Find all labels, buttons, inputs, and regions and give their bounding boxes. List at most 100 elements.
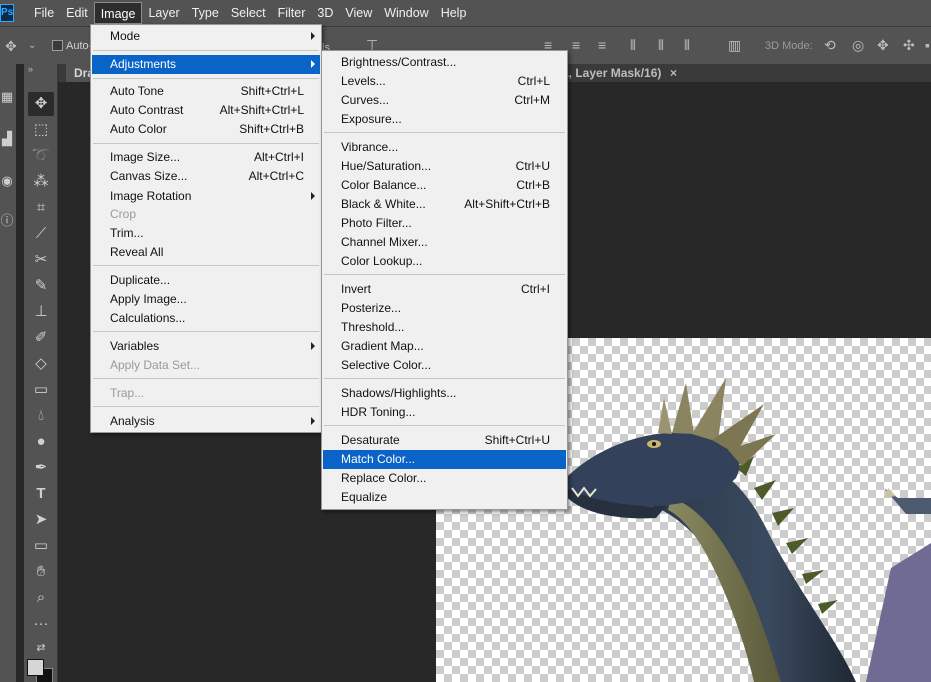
menu-item-color-balance[interactable]: Color Balance... Ctrl+B [323,176,566,195]
menu-edit[interactable]: Edit [60,2,94,24]
menu-item-auto-contrast[interactable]: Auto Contrast Alt+Shift+Ctrl+L [92,101,320,120]
marquee-tool-icon[interactable]: ⬚ [28,118,54,142]
menu-item-channel-mixer[interactable]: Channel Mixer... [323,233,566,252]
menu-item-selective-color[interactable]: Selective Color... [323,356,566,375]
info-panel-icon[interactable]: ⓘ [0,212,14,230]
menu-item-photo-filter[interactable]: Photo Filter... [323,214,566,233]
menu-file[interactable]: File [28,2,60,24]
eyedropper-tool-icon[interactable]: ⟋ [28,222,54,246]
hand-tool-icon[interactable]: ✋︎ [28,560,54,584]
menu-item-label: Apply Data Set... [110,358,201,372]
3d-pan-icon[interactable]: ✥ [877,38,889,52]
menu-item-calculations[interactable]: Calculations... [92,309,320,328]
menu-window[interactable]: Window [378,2,434,24]
distribute-right-icon[interactable]: ⫴ [684,38,690,52]
menu-item-gradient-map[interactable]: Gradient Map... [323,337,566,356]
menu-item-posterize[interactable]: Posterize... [323,299,566,318]
menu-item-image-size[interactable]: Image Size... Alt+Ctrl+I [92,148,320,167]
menu-item-levels[interactable]: Levels... Ctrl+L [323,72,566,91]
menu-item-variables[interactable]: Variables [92,337,320,356]
menu-item-label: Trim... [110,226,144,240]
menu-help[interactable]: Help [435,2,473,24]
navigator-panel-icon[interactable]: ◉ [0,172,14,190]
menu-layer[interactable]: Layer [142,2,185,24]
menu-3d[interactable]: 3D [311,2,339,24]
panel-strip: ▦ ▟ ◉ ⓘ [0,64,16,682]
auto-align-icon[interactable]: ▥ [728,38,741,52]
menu-item-image-rotation[interactable]: Image Rotation [92,187,320,206]
menu-type[interactable]: Type [186,2,225,24]
healing-tool-icon[interactable]: ✂ [28,248,54,272]
histogram-panel-icon[interactable]: ▟ [0,130,14,148]
menu-item-threshold[interactable]: Threshold... [323,318,566,337]
foreground-color-swatch[interactable] [27,659,44,676]
menu-item-auto-color[interactable]: Auto Color Shift+Ctrl+B [92,120,320,139]
menu-item-hdr-toning[interactable]: HDR Toning... [323,403,566,422]
menu-item-trim[interactable]: Trim... [92,224,320,243]
menu-item-canvas-size[interactable]: Canvas Size... Alt+Ctrl+C [92,167,320,186]
rectangle-tool-icon[interactable]: ▭ [28,534,54,558]
swap-colors-icon[interactable]: ⇄ [28,636,54,660]
zoom-tool-icon[interactable]: ⌕ [28,586,54,610]
grid-panel-icon[interactable]: ▦ [0,88,14,106]
document-tab-title[interactable]: a, Layer Mask/16) [562,64,661,82]
distribute-bottom-icon[interactable]: ≡ [598,38,606,52]
menu-item-exposure[interactable]: Exposure... [323,110,566,129]
menu-item-vibrance[interactable]: Vibrance... [323,138,566,157]
menu-item-equalize[interactable]: Equalize [323,488,566,507]
menu-item-invert[interactable]: Invert Ctrl+I [323,280,566,299]
menu-item-analysis[interactable]: Analysis [92,412,320,431]
collapse-toolbar-icon[interactable]: » [24,64,58,76]
menu-view[interactable]: View [339,2,378,24]
distribute-left-icon[interactable]: ⫴ [630,38,636,52]
3d-orbit-icon[interactable]: ⟲ [824,38,836,52]
more-tools-icon[interactable]: ··· [28,612,54,636]
menu-item-curves[interactable]: Curves... Ctrl+M [323,91,566,110]
close-tab-icon[interactable]: × [670,64,677,82]
move-tool-preset-icon[interactable]: ✥ [5,39,17,53]
menu-filter[interactable]: Filter [272,2,312,24]
distribute-vcenter-icon[interactable]: ≡ [572,38,580,52]
gradient-tool-icon[interactable]: ▭ [28,378,54,402]
auto-select-checkbox[interactable] [52,40,63,51]
brush-tool-icon[interactable]: ✎ [28,274,54,298]
distribute-hcenter-icon[interactable]: ⫴ [658,38,664,52]
magic-wand-tool-icon[interactable]: ⁂ [28,170,54,194]
menu-item-duplicate[interactable]: Duplicate... [92,271,320,290]
stamp-tool-icon[interactable]: ⊥ [28,300,54,324]
path-selection-tool-icon[interactable]: ➤ [28,508,54,532]
menu-item-reveal-all[interactable]: Reveal All [92,243,320,262]
3d-roll-icon[interactable]: ◎ [852,38,864,52]
menu-item-desaturate[interactable]: Desaturate Shift+Ctrl+U [323,431,566,450]
type-tool-icon[interactable]: T [28,482,54,506]
crop-tool-icon[interactable]: ⌗ [28,196,54,220]
menu-item-black-white[interactable]: Black & White... Alt+Shift+Ctrl+B [323,195,566,214]
3d-scale-icon[interactable]: ▪ [925,38,930,52]
menu-item-brightness-contrast[interactable]: Brightness/Contrast... [323,53,566,72]
menu-item-label: Shadows/Highlights... [341,386,457,400]
menu-item-apply-image[interactable]: Apply Image... [92,290,320,309]
menu-item-mode[interactable]: Mode [92,27,320,46]
menu-item-match-color[interactable]: Match Color... [323,450,566,469]
menu-item-auto-tone[interactable]: Auto Tone Shift+Ctrl+L [92,82,320,101]
auto-select-label: Auto- [66,40,93,52]
menu-item-replace-color[interactable]: Replace Color... [323,469,566,488]
history-brush-tool-icon[interactable]: ✐ [28,326,54,350]
menu-item-shortcut: Ctrl+U [515,159,550,173]
menu-item-shadows-highlights[interactable]: Shadows/Highlights... [323,384,566,403]
eraser-tool-icon[interactable]: ◇ [28,352,54,376]
3d-slide-icon[interactable]: ✣ [903,38,915,52]
lasso-tool-icon[interactable]: ➰ [28,144,54,168]
menu-select[interactable]: Select [225,2,272,24]
menu-item-adjustments[interactable]: Adjustments [92,55,320,74]
menu-item-hue-saturation[interactable]: Hue/Saturation... Ctrl+U [323,157,566,176]
menu-item-label: Calculations... [110,311,186,325]
pen-tool-icon[interactable]: ✒ [28,456,54,480]
menu-item-label: Vibrance... [341,140,399,154]
move-tool-icon[interactable]: ✥ [28,92,54,116]
menu-item-color-lookup[interactable]: Color Lookup... [323,252,566,271]
chevron-down-icon[interactable]: ⌄ [28,39,36,53]
blur-tool-icon[interactable]: 💧︎ [28,404,54,428]
dodge-tool-icon[interactable]: ● [28,430,54,454]
menu-image[interactable]: Image [93,2,143,24]
